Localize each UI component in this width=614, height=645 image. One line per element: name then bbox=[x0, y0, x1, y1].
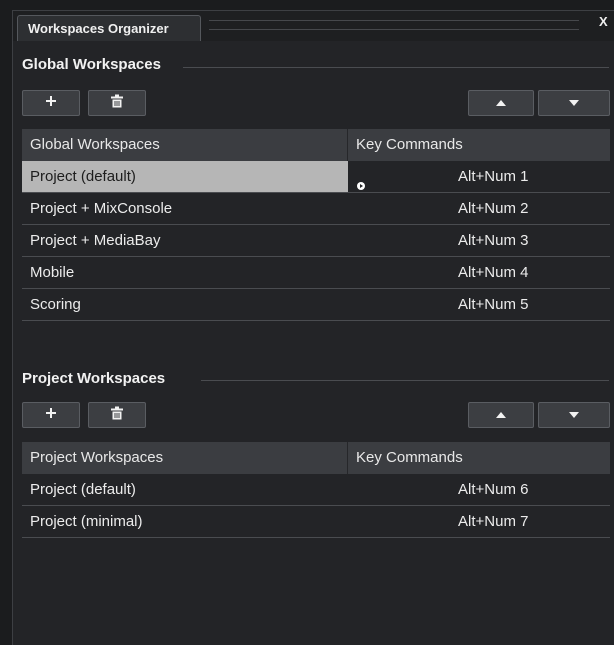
workspace-name: Project + MixConsole bbox=[30, 200, 173, 217]
delete-project-workspace-button[interactable] bbox=[88, 402, 146, 428]
table-row[interactable]: Project (default) Alt+Num 6 bbox=[22, 474, 610, 506]
arrow-up-icon bbox=[495, 406, 507, 424]
workspace-name: Project (minimal) bbox=[30, 513, 143, 530]
project-workspaces-title: Project Workspaces bbox=[22, 370, 166, 387]
trash-icon bbox=[110, 94, 124, 113]
delete-global-workspace-button[interactable] bbox=[88, 90, 146, 116]
close-icon[interactable]: X bbox=[599, 14, 608, 29]
plus-icon bbox=[45, 406, 57, 424]
key-command: Alt+Num 3 bbox=[458, 232, 529, 249]
add-global-workspace-button[interactable] bbox=[22, 90, 80, 116]
table-row[interactable]: Project (default) Alt+Num 1 bbox=[22, 161, 610, 193]
move-up-global-button[interactable] bbox=[468, 90, 534, 116]
workspace-name: Project (default) bbox=[30, 481, 136, 498]
workspace-name: Project (default) bbox=[22, 161, 348, 192]
section-divider bbox=[183, 67, 609, 68]
active-workspace-icon bbox=[356, 171, 366, 190]
key-command: Alt+Num 5 bbox=[458, 296, 529, 313]
column-header-workspaces[interactable]: Global Workspaces bbox=[22, 129, 348, 161]
key-command: Alt+Num 4 bbox=[458, 264, 529, 281]
table-row[interactable]: Project + MixConsole Alt+Num 2 bbox=[22, 193, 610, 225]
trash-icon bbox=[110, 406, 124, 425]
workspaces-organizer-window: Workspaces Organizer X Global Workspaces bbox=[12, 10, 614, 645]
key-command: Alt+Num 2 bbox=[458, 200, 529, 217]
column-header-key-commands[interactable]: Key Commands bbox=[348, 129, 610, 161]
table-row[interactable]: Scoring Alt+Num 5 bbox=[22, 289, 610, 321]
plus-icon bbox=[45, 94, 57, 112]
key-command-cell[interactable]: Alt+Num 1 bbox=[348, 161, 610, 192]
key-command: Alt+Num 7 bbox=[458, 513, 529, 530]
key-command-cell[interactable]: Alt+Num 7 bbox=[348, 506, 610, 537]
move-down-global-button[interactable] bbox=[538, 90, 610, 116]
key-command-cell[interactable]: Alt+Num 3 bbox=[348, 225, 610, 256]
arrow-down-icon bbox=[568, 406, 580, 424]
global-workspaces-table: Global Workspaces Key Commands Project (… bbox=[22, 129, 610, 321]
table-header: Project Workspaces Key Commands bbox=[22, 442, 610, 474]
table-header: Global Workspaces Key Commands bbox=[22, 129, 610, 161]
arrow-up-icon bbox=[495, 94, 507, 112]
table-row[interactable]: Project (minimal) Alt+Num 7 bbox=[22, 506, 610, 538]
global-workspaces-title: Global Workspaces bbox=[22, 56, 161, 73]
table-row[interactable]: Project + MediaBay Alt+Num 3 bbox=[22, 225, 610, 257]
key-command: Alt+Num 6 bbox=[458, 481, 529, 498]
workspace-name: Mobile bbox=[30, 264, 75, 281]
column-header-key-commands[interactable]: Key Commands bbox=[348, 442, 610, 474]
section-divider bbox=[201, 380, 609, 381]
key-command-cell[interactable]: Alt+Num 4 bbox=[348, 257, 610, 288]
table-row[interactable]: Mobile Alt+Num 4 bbox=[22, 257, 610, 289]
arrow-down-icon bbox=[568, 94, 580, 112]
tab-workspaces-organizer[interactable]: Workspaces Organizer bbox=[17, 15, 201, 41]
move-up-project-button[interactable] bbox=[468, 402, 534, 428]
project-workspaces-table: Project Workspaces Key Commands Project … bbox=[22, 442, 610, 538]
add-project-workspace-button[interactable] bbox=[22, 402, 80, 428]
key-command-cell[interactable]: Alt+Num 5 bbox=[348, 289, 610, 320]
tab-bar: Workspaces Organizer X bbox=[13, 11, 614, 41]
key-command-cell[interactable]: Alt+Num 6 bbox=[348, 474, 610, 505]
key-command: Alt+Num 1 bbox=[458, 168, 529, 185]
key-command-cell[interactable]: Alt+Num 2 bbox=[348, 193, 610, 224]
tab-bar-grip bbox=[209, 20, 579, 30]
move-down-project-button[interactable] bbox=[538, 402, 610, 428]
workspace-name: Scoring bbox=[30, 296, 81, 313]
column-header-workspaces[interactable]: Project Workspaces bbox=[22, 442, 348, 474]
workspace-name: Project + MediaBay bbox=[30, 232, 161, 249]
